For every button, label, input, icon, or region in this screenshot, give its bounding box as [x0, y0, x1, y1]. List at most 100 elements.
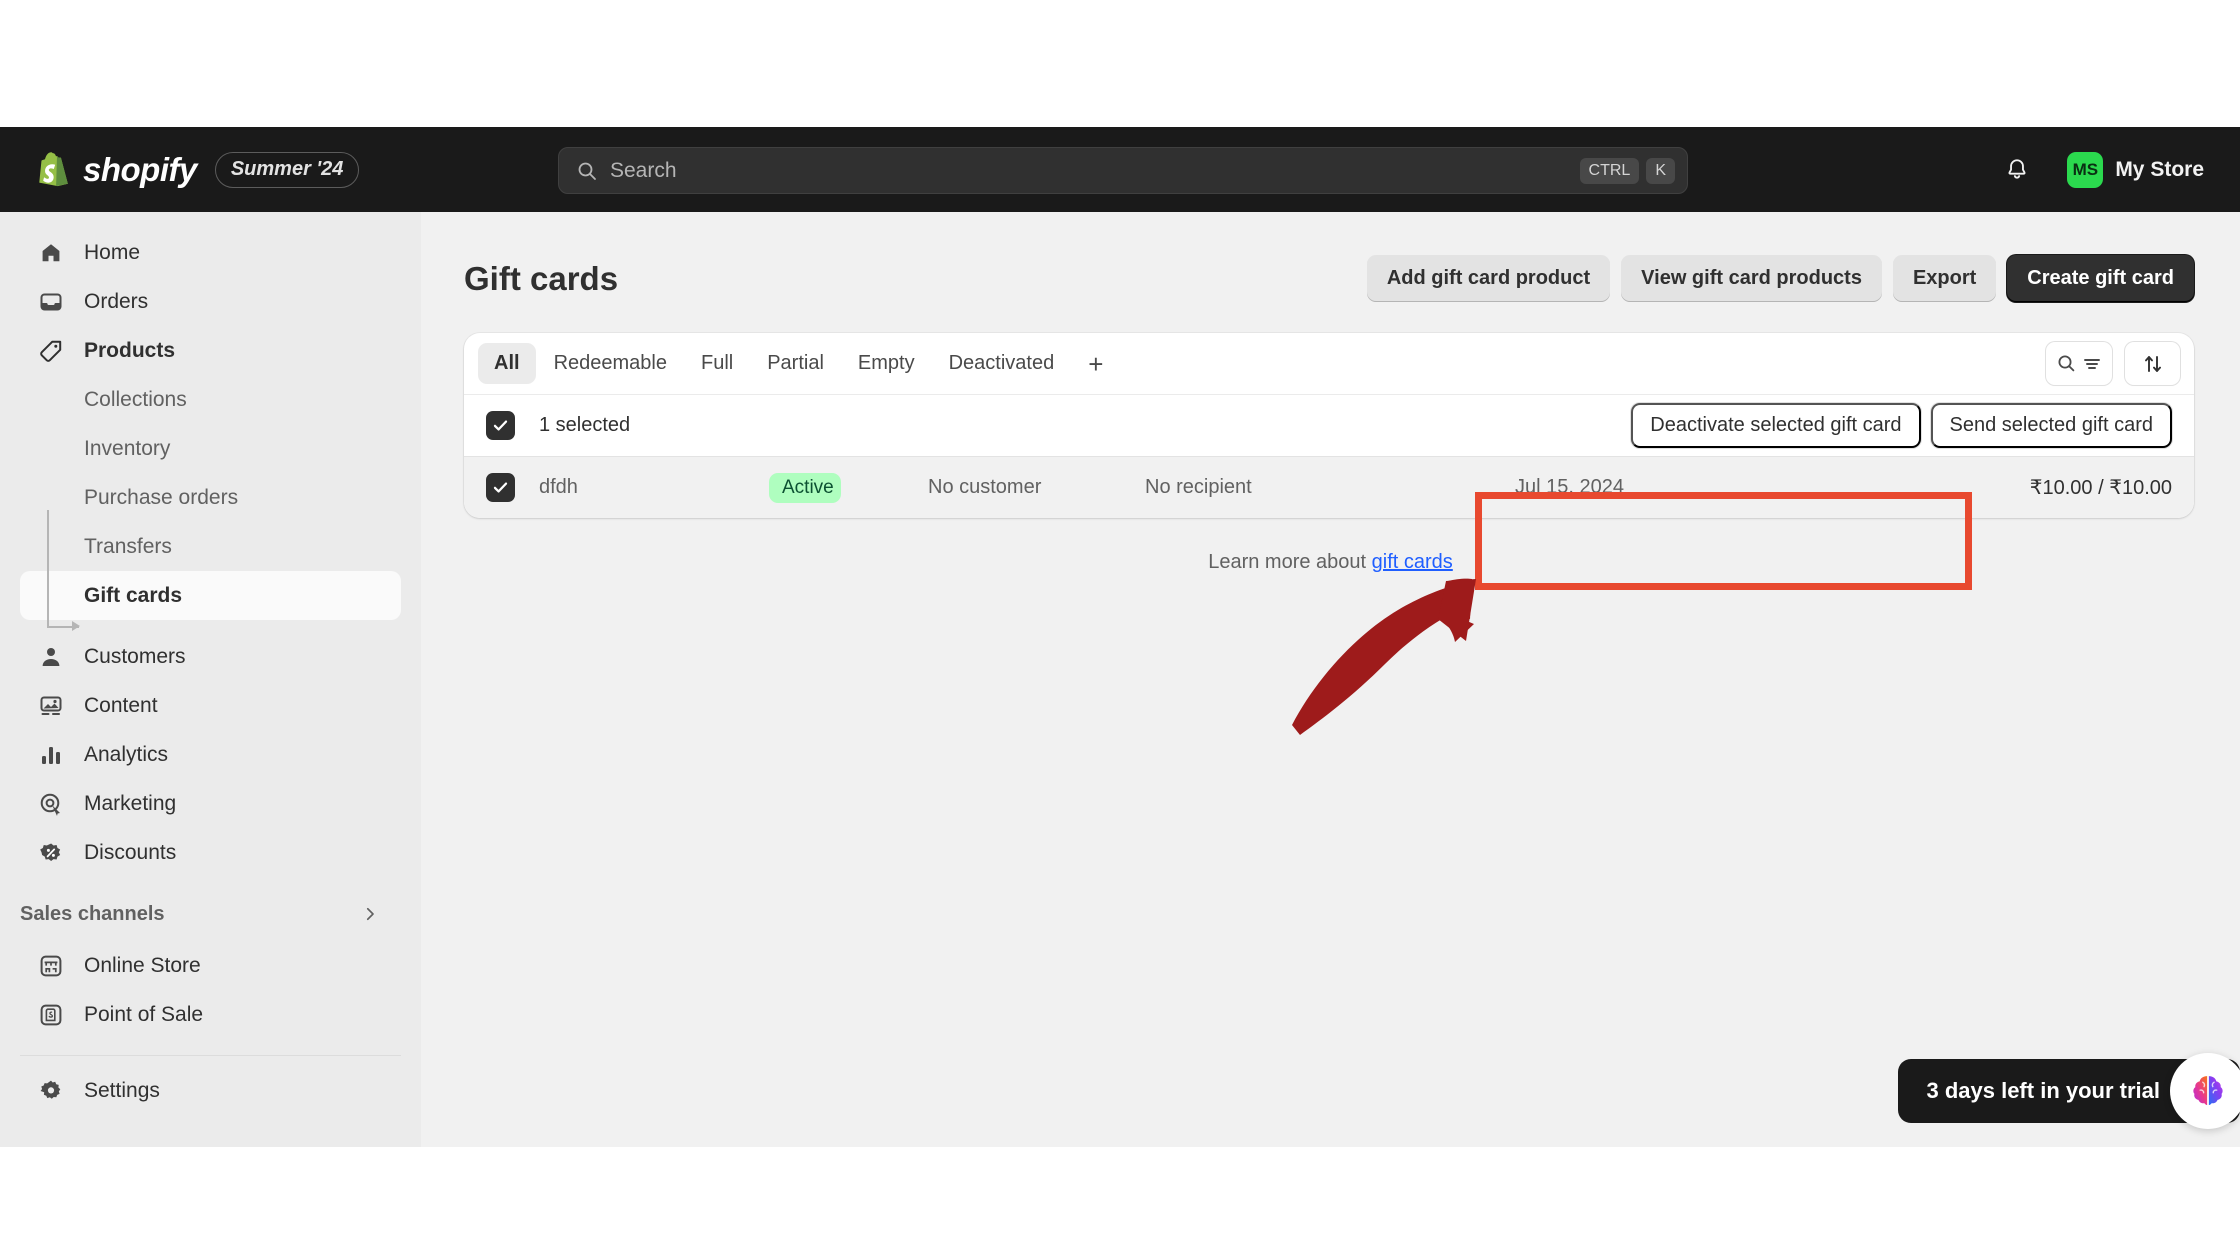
sort-button[interactable] — [2125, 342, 2180, 385]
send-selected-gift-card-button[interactable]: Send selected gift card — [1930, 403, 2172, 448]
row-checkbox[interactable] — [486, 473, 515, 502]
sidebar-item-label: Discounts — [84, 840, 177, 864]
sidebar-item-point-of-sale[interactable]: Point of Sale — [20, 990, 401, 1039]
sales-channels-section-header[interactable]: Sales channels — [12, 893, 387, 935]
main-content: Gift cards Add gift card product View gi… — [421, 212, 2240, 1147]
date-cell: Jul 15, 2024 — [1515, 476, 1624, 498]
content-icon — [38, 693, 64, 719]
tab-empty[interactable]: Empty — [842, 343, 931, 384]
analytics-icon — [38, 742, 64, 768]
sidebar-divider — [20, 1055, 401, 1056]
assistant-fab-button[interactable] — [2170, 1053, 2240, 1129]
marketing-icon — [38, 791, 64, 817]
sidebar-item-settings[interactable]: Settings — [20, 1066, 401, 1115]
search-and-filter-button[interactable] — [2046, 342, 2112, 385]
search-icon — [578, 162, 596, 180]
filter-tabbar: All Redeemable Full Partial Empty Deacti… — [464, 333, 2194, 394]
sort-icon — [2144, 355, 2161, 372]
person-icon — [38, 644, 64, 670]
store-switcher[interactable]: MS My Store — [2062, 147, 2216, 193]
learn-more-footer: Learn more about gift cards — [421, 551, 2240, 574]
status-badge: Active — [769, 472, 841, 503]
tab-full[interactable]: Full — [685, 343, 749, 384]
notifications-button[interactable] — [1994, 147, 2040, 193]
page-actions: Add gift card product View gift card pro… — [1366, 255, 2194, 302]
table-row[interactable]: dfdh Active No customer No recipient Jul… — [464, 456, 2194, 518]
page-header: Gift cards Add gift card product View gi… — [464, 255, 2194, 302]
add-gift-card-product-button[interactable]: Add gift card product — [1366, 255, 1611, 302]
checkmark-icon — [493, 482, 508, 493]
tab-partial[interactable]: Partial — [751, 343, 840, 384]
tab-all[interactable]: All — [478, 343, 536, 384]
bell-icon — [2008, 158, 2026, 178]
sidebar-subitem-label: Transfers — [84, 534, 172, 558]
gift-cards-help-link[interactable]: gift cards — [1372, 551, 1453, 573]
subtree-connector — [47, 510, 49, 626]
export-button[interactable]: Export — [1892, 255, 1997, 302]
sidebar-item-label: Content — [84, 693, 158, 717]
sidebar-item-content[interactable]: Content — [20, 681, 401, 730]
sidebar-item-label: Orders — [84, 289, 149, 313]
add-view-button[interactable]: + — [1072, 344, 1119, 384]
store-name-label: My Store — [2115, 157, 2204, 181]
tag-icon — [38, 338, 64, 364]
bulk-action-bar: 1 selected Deactivate selected gift card… — [464, 394, 2194, 456]
shopify-admin-app: shopify Summer '24 CTRL K MS My Store — [0, 127, 2240, 1147]
sidebar-item-transfers[interactable]: Transfers — [20, 522, 401, 571]
sidebar-item-home[interactable]: Home — [20, 228, 401, 277]
sidebar-item-purchase-orders[interactable]: Purchase orders — [20, 473, 401, 522]
sidebar-subitem-label: Inventory — [84, 436, 171, 460]
kbd-ctrl: CTRL — [1579, 157, 1640, 184]
sidebar-item-label: Analytics — [84, 742, 169, 766]
shopify-logo-icon — [39, 151, 68, 186]
sidebar-item-gift-cards[interactable]: Gift cards — [20, 571, 401, 620]
view-gift-card-products-button[interactable]: View gift card products — [1621, 255, 1882, 302]
amount-cell: ₹10.00 / ₹10.00 — [2029, 477, 2172, 499]
sidebar-item-orders[interactable]: Orders — [20, 277, 401, 326]
sidebar-item-inventory[interactable]: Inventory — [20, 424, 401, 473]
kbd-k: K — [1646, 157, 1675, 184]
selected-count-label: 1 selected — [539, 414, 631, 436]
recipient-cell: No recipient — [1145, 476, 1252, 498]
global-search-bar[interactable]: CTRL K — [558, 147, 1688, 194]
pos-icon — [38, 1002, 64, 1028]
sidebar-item-online-store[interactable]: Online Store — [20, 941, 401, 990]
sidebar-item-products[interactable]: Products — [20, 326, 401, 375]
primary-sidebar: Home Orders Products Collections Invento… — [0, 212, 421, 1147]
shopify-wordmark: shopify — [83, 150, 197, 188]
create-gift-card-button[interactable]: Create gift card — [2007, 255, 2194, 302]
avatar: MS — [2067, 151, 2104, 188]
sidebar-item-label: Marketing — [84, 791, 177, 815]
sidebar-item-customers[interactable]: Customers — [20, 632, 401, 681]
orders-icon — [38, 289, 64, 315]
search-filter-icon — [2058, 355, 2075, 371]
trial-text: 3 days left in your trial — [1926, 1078, 2160, 1103]
brain-icon — [2193, 1076, 2223, 1105]
search-input[interactable] — [610, 158, 1573, 183]
topbar-right-cluster: MS My Store — [1994, 127, 2216, 212]
sidebar-item-label: Products — [84, 338, 176, 362]
sidebar-item-analytics[interactable]: Analytics — [20, 730, 401, 779]
customer-cell: No customer — [928, 476, 1042, 498]
home-icon — [38, 240, 64, 266]
sidebar-item-label: Online Store — [84, 953, 201, 977]
bulk-action-buttons: Deactivate selected gift card Send selec… — [1631, 403, 2172, 448]
sidebar-subitem-label: Gift cards — [84, 583, 183, 607]
tab-deactivated[interactable]: Deactivated — [933, 343, 1071, 384]
discount-icon — [38, 840, 64, 866]
gift-cards-card: All Redeemable Full Partial Empty Deacti… — [464, 333, 2194, 518]
deactivate-selected-gift-card-button[interactable]: Deactivate selected gift card — [1631, 403, 1921, 448]
tab-redeemable[interactable]: Redeemable — [538, 343, 683, 384]
sidebar-item-label: Home — [84, 240, 141, 264]
checkmark-icon — [493, 420, 508, 431]
sidebar-subitem-label: Purchase orders — [84, 485, 239, 509]
gift-card-code: dfdh — [539, 476, 578, 498]
sidebar-item-label: Customers — [84, 644, 186, 668]
learn-more-text: Learn more about — [1208, 551, 1372, 573]
season-badge: Summer '24 — [214, 151, 360, 188]
sidebar-item-marketing[interactable]: Marketing — [20, 779, 401, 828]
select-all-checkbox[interactable] — [486, 411, 515, 440]
sidebar-item-collections[interactable]: Collections — [20, 375, 401, 424]
shopify-brand[interactable]: shopify Summer '24 — [36, 150, 360, 189]
sidebar-item-discounts[interactable]: Discounts — [20, 828, 401, 877]
